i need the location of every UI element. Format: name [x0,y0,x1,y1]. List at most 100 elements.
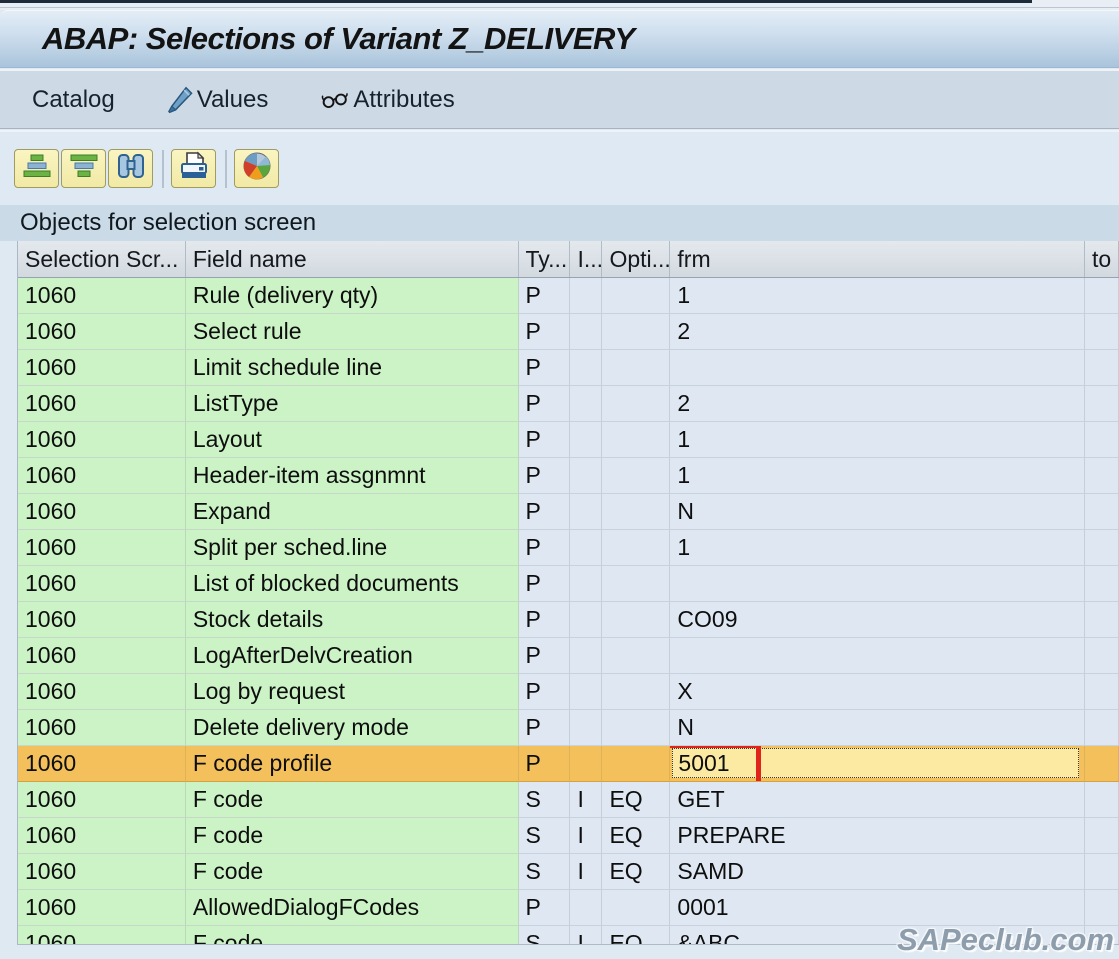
cell-field-name[interactable]: Expand [186,494,519,530]
cell-type[interactable]: P [519,602,571,638]
cell-frm[interactable]: SAMD [670,854,1085,890]
cell-to[interactable] [1085,674,1119,710]
cell-frm[interactable]: PREPARE [670,818,1085,854]
cell-option[interactable] [602,278,670,314]
cell-frm[interactable]: N [670,494,1085,530]
cell-field-name[interactable]: AllowedDialogFCodes [186,890,519,926]
cell-ie[interactable]: I [570,818,602,854]
cell-option[interactable] [602,494,670,530]
cell-option[interactable] [602,350,670,386]
cell-to[interactable] [1085,602,1119,638]
cell-ie[interactable] [570,890,602,926]
cell-to[interactable] [1085,350,1119,386]
table-row[interactable]: 1060F codeSIEQPREPARE [18,818,1119,854]
cell-field-name[interactable]: Select rule [186,314,519,350]
cell-ie[interactable] [570,710,602,746]
cell-field-name[interactable]: F code [186,782,519,818]
cell-field-name[interactable]: Delete delivery mode [186,710,519,746]
cell-ie[interactable] [570,278,602,314]
cell-frm[interactable] [670,350,1085,386]
table-row[interactable]: 1060Rule (delivery qty)P1 [18,278,1119,314]
cell-option[interactable] [602,314,670,350]
cell-option[interactable] [602,386,670,422]
table-row[interactable]: 1060ListTypeP2 [18,386,1119,422]
cell-option[interactable] [602,458,670,494]
cell-field-name[interactable]: Header-item assgnmnt [186,458,519,494]
cell-field-name[interactable]: List of blocked documents [186,566,519,602]
cell-option[interactable] [602,530,670,566]
cell-sel-screen[interactable]: 1060 [18,530,186,566]
cell-sel-screen[interactable]: 1060 [18,386,186,422]
cell-ie[interactable] [570,422,602,458]
attributes-button[interactable]: Attributes [312,80,462,120]
table-row[interactable]: 1060Header-item assgnmntP1 [18,458,1119,494]
table-row[interactable]: 1060ExpandP N [18,494,1119,530]
cell-frm[interactable]: CO09 [670,602,1085,638]
cell-sel-screen[interactable]: 1060 [18,890,186,926]
values-button[interactable]: Values [159,80,277,120]
cell-frm[interactable]: 1 [670,530,1085,566]
cell-to[interactable] [1085,746,1119,782]
cell-ie[interactable] [570,458,602,494]
column-header-ie[interactable]: I... [570,241,602,277]
cell-field-name[interactable]: ListType [186,386,519,422]
cell-sel-screen[interactable]: 1060 [18,278,186,314]
cell-ie[interactable] [570,674,602,710]
cell-to[interactable] [1085,386,1119,422]
cell-type[interactable]: P [519,530,571,566]
cell-field-name[interactable]: F code profile [186,746,519,782]
table-row[interactable]: 1060Select ruleP2 [18,314,1119,350]
cell-sel-screen[interactable]: 1060 [18,350,186,386]
table-row[interactable]: 1060AllowedDialogFCodesP0001 [18,890,1119,926]
catalog-button[interactable]: Catalog [24,80,123,120]
cell-sel-screen[interactable]: 1060 [18,710,186,746]
cell-option[interactable] [602,602,670,638]
cell-field-name[interactable]: Rule (delivery qty) [186,278,519,314]
column-header-to[interactable]: to [1085,241,1119,277]
cell-option[interactable]: EQ [602,854,670,890]
cell-sel-screen[interactable]: 1060 [18,602,186,638]
cell-type[interactable]: S [519,818,571,854]
table-row[interactable]: 1060List of blocked documentsP [18,566,1119,602]
cell-type[interactable]: P [519,566,571,602]
cell-option[interactable] [602,674,670,710]
cell-frm[interactable]: 0001 [670,890,1085,926]
cell-type[interactable]: P [519,494,571,530]
cell-to[interactable] [1085,890,1119,926]
cell-field-name[interactable]: Limit schedule line [186,350,519,386]
cell-type[interactable]: P [519,710,571,746]
cell-frm[interactable] [670,566,1085,602]
cell-type[interactable]: S [519,854,571,890]
find-button[interactable] [108,149,153,188]
cell-ie[interactable]: I [570,854,602,890]
cell-option[interactable] [602,566,670,602]
cell-field-name[interactable]: F code [186,926,519,945]
column-header-type[interactable]: Ty... [519,241,571,277]
cell-sel-screen[interactable]: 1060 [18,494,186,530]
cell-to[interactable] [1085,566,1119,602]
cell-ie[interactable] [570,386,602,422]
cell-sel-screen[interactable]: 1060 [18,818,186,854]
cell-to[interactable] [1085,422,1119,458]
cell-to[interactable] [1085,278,1119,314]
cell-frm[interactable]: 2 [670,314,1085,350]
cell-field-name[interactable]: Log by request [186,674,519,710]
cell-ie[interactable] [570,350,602,386]
cell-to[interactable] [1085,638,1119,674]
table-row[interactable]: 1060Limit schedule lineP [18,350,1119,386]
cell-option[interactable]: EQ [602,926,670,945]
cell-sel-screen[interactable]: 1060 [18,746,186,782]
cell-type[interactable]: P [519,386,571,422]
table-row[interactable]: 1060F code profileP5001 [18,746,1119,782]
cell-type[interactable]: P [519,278,571,314]
cell-ie[interactable] [570,746,602,782]
cell-type[interactable]: P [519,350,571,386]
cell-frm[interactable]: 1 [670,422,1085,458]
cell-to[interactable] [1085,854,1119,890]
frm-value-input[interactable]: 5001 [672,748,1079,778]
cell-option[interactable] [602,422,670,458]
cell-type[interactable]: P [519,458,571,494]
cell-sel-screen[interactable]: 1060 [18,566,186,602]
sort-descending-button[interactable] [61,149,106,188]
cell-frm[interactable]: X [670,674,1085,710]
